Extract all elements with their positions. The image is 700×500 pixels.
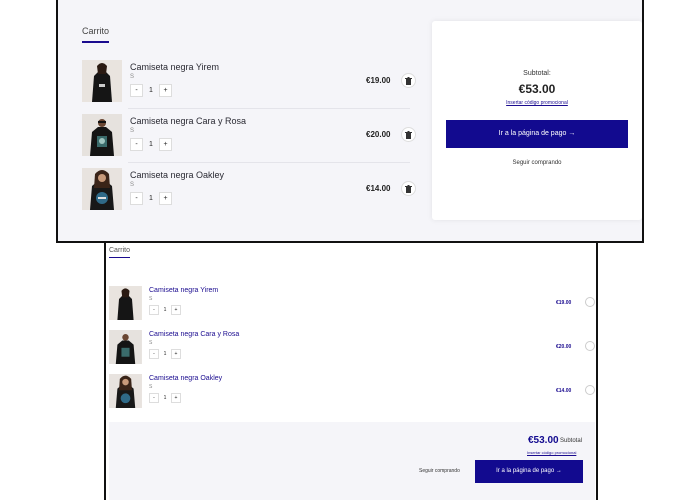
- order-summary-card: Subtotal: €53.00 Insertar código promoci…: [432, 21, 642, 220]
- product-price: €14.00: [556, 388, 572, 394]
- product-price: €20.00: [366, 130, 391, 139]
- remove-item-button[interactable]: [401, 181, 416, 196]
- decrease-button[interactable]: -: [149, 349, 159, 359]
- quantity-stepper: - 1 +: [149, 392, 181, 404]
- product-thumbnail[interactable]: [109, 286, 142, 320]
- product-name[interactable]: Camiseta negra Oakley: [130, 170, 224, 180]
- product-price: €19.00: [366, 76, 391, 85]
- product-size: S: [130, 128, 135, 134]
- trash-icon: [405, 130, 412, 139]
- tshirt-image-icon: [109, 286, 142, 320]
- increase-button[interactable]: +: [159, 191, 172, 205]
- remove-item-button[interactable]: [401, 73, 416, 88]
- product-thumbnail[interactable]: [109, 374, 142, 408]
- decrease-button[interactable]: -: [149, 305, 159, 315]
- subtotal-value: €53.00: [518, 82, 556, 96]
- promo-code-link[interactable]: Insertar código promocional: [527, 450, 576, 455]
- tshirt-image-icon: [82, 114, 122, 156]
- trash-icon: [405, 76, 412, 85]
- product-thumbnail[interactable]: [82, 168, 122, 210]
- product-size: S: [149, 384, 153, 390]
- mobile-cart-frame: Carrito Camiseta negra Yirem S - 1 + €19…: [104, 243, 598, 500]
- remove-item-button[interactable]: [585, 297, 595, 307]
- quantity-stepper: - 1 +: [149, 304, 181, 316]
- item-divider: [128, 108, 410, 109]
- product-thumbnail[interactable]: [82, 114, 122, 156]
- cart-title: Carrito: [109, 247, 131, 258]
- cart-item: Camiseta negra Oakley S - 1 + €14.00: [82, 168, 416, 210]
- product-price: €20.00: [556, 344, 572, 350]
- tshirt-image-icon: [109, 374, 142, 408]
- cart-title: Carrito: [82, 26, 110, 43]
- decrease-button[interactable]: -: [149, 393, 159, 403]
- increase-button[interactable]: +: [171, 393, 181, 403]
- quantity-stepper: - 1 +: [130, 191, 172, 205]
- product-size: S: [130, 74, 135, 80]
- quantity-stepper: - 1 +: [130, 83, 172, 97]
- increase-button[interactable]: +: [159, 137, 172, 151]
- product-thumbnail[interactable]: [82, 60, 122, 102]
- quantity-value[interactable]: 1: [143, 139, 159, 150]
- quantity-stepper: - 1 +: [149, 348, 181, 360]
- cart-item: Camiseta negra Cara y Rosa S - 1 + €20.0…: [109, 330, 595, 364]
- remove-item-button[interactable]: [401, 127, 416, 142]
- product-size: S: [130, 182, 135, 188]
- product-price: €14.00: [366, 184, 391, 193]
- cart-item: Camiseta negra Oakley S - 1 + €14.00: [109, 374, 595, 408]
- tshirt-image-icon: [82, 168, 122, 210]
- desktop-cart-frame: Carrito Camiseta negra Yirem S - 1 + €19…: [56, 0, 644, 243]
- item-divider: [128, 162, 410, 163]
- decrease-button[interactable]: -: [130, 191, 143, 205]
- subtotal-label: Subtotal:: [523, 70, 551, 77]
- quantity-value[interactable]: 1: [143, 85, 159, 96]
- checkout-button[interactable]: Ir a la página de pago →: [475, 460, 583, 483]
- cart-item: Camiseta negra Cara y Rosa S - 1 + €20.0…: [82, 114, 416, 156]
- tshirt-image-icon: [109, 330, 142, 364]
- subtotal-value: €53.00: [528, 435, 559, 446]
- decrease-button[interactable]: -: [130, 83, 143, 97]
- cart-panel: Carrito Camiseta negra Yirem S - 1 + €19…: [58, 0, 446, 241]
- remove-item-button[interactable]: [585, 341, 595, 351]
- increase-button[interactable]: +: [171, 305, 181, 315]
- tshirt-image-icon: [82, 60, 122, 102]
- quantity-value[interactable]: 1: [159, 306, 171, 314]
- product-name[interactable]: Camiseta negra Oakley: [149, 375, 222, 382]
- cart-item: Camiseta negra Yirem S - 1 + €19.00: [109, 286, 595, 320]
- product-name[interactable]: Camiseta negra Cara y Rosa: [149, 331, 239, 338]
- quantity-stepper: - 1 +: [130, 137, 172, 151]
- product-thumbnail[interactable]: [109, 330, 142, 364]
- checkout-button[interactable]: Ir a la página de pago →: [446, 120, 628, 148]
- subtotal-label: Subtotal: [560, 438, 583, 444]
- trash-icon: [405, 184, 412, 193]
- continue-shopping-link[interactable]: Seguir comprando: [432, 160, 642, 166]
- order-summary-bar: €53.00 Subtotal Insertar código promocio…: [109, 422, 595, 500]
- product-name[interactable]: Camiseta negra Yirem: [149, 287, 218, 294]
- cart-item: Camiseta negra Yirem S - 1 + €19.00: [82, 60, 416, 102]
- product-price: €19.00: [556, 300, 572, 306]
- product-size: S: [149, 340, 153, 346]
- decrease-button[interactable]: -: [130, 137, 143, 151]
- quantity-value[interactable]: 1: [143, 193, 159, 204]
- product-name[interactable]: Camiseta negra Yirem: [130, 62, 219, 72]
- product-size: S: [149, 296, 153, 302]
- remove-item-button[interactable]: [585, 385, 595, 395]
- increase-button[interactable]: +: [171, 349, 181, 359]
- promo-code-link[interactable]: Insertar código promocional: [432, 100, 642, 106]
- increase-button[interactable]: +: [159, 83, 172, 97]
- quantity-value[interactable]: 1: [159, 394, 171, 402]
- continue-shopping-link[interactable]: Seguir comprando: [419, 468, 460, 474]
- product-name[interactable]: Camiseta negra Cara y Rosa: [130, 116, 246, 126]
- quantity-value[interactable]: 1: [159, 350, 171, 358]
